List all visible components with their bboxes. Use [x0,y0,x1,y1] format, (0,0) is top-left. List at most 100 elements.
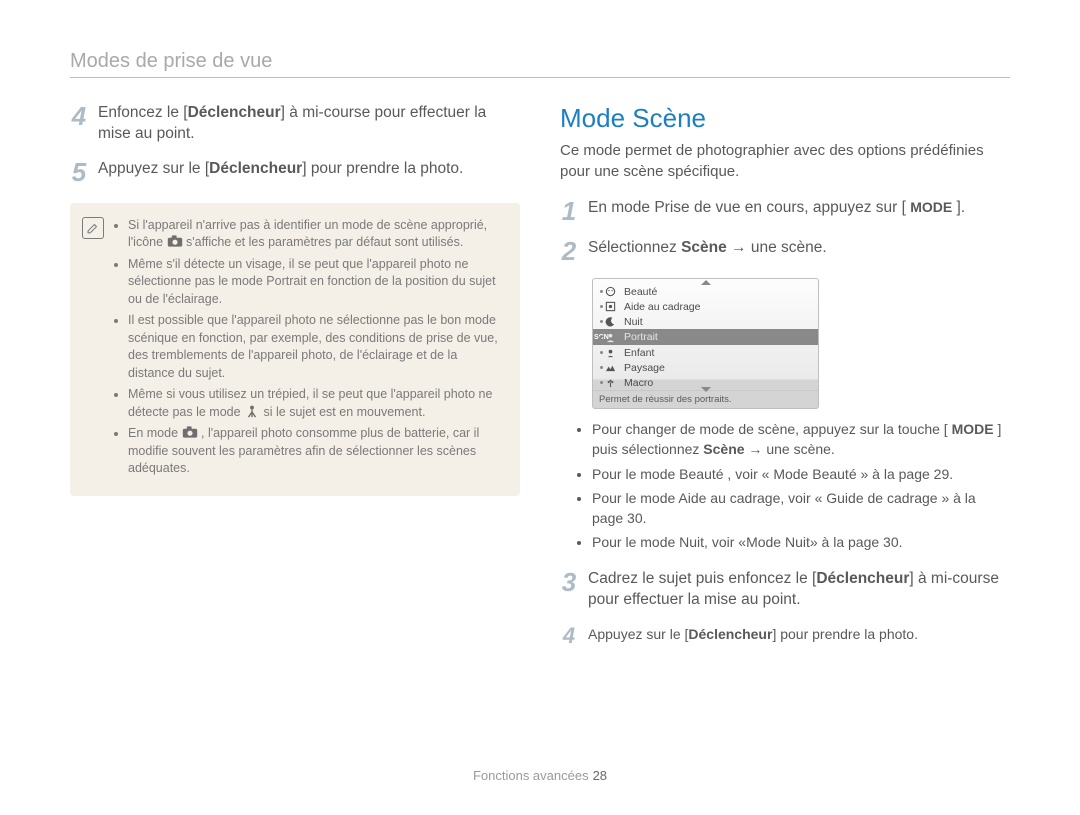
keyword: Déclencheur [209,160,302,177]
scene-label: Macro [624,377,653,389]
scene-option-beaute: Beauté [605,284,818,299]
step-number: 1 [560,198,578,224]
flower-icon [605,377,616,388]
child-icon [605,347,616,358]
text: s'affiche et les paramètres par défaut s… [186,235,463,249]
note-list: Si l'appareil n'arrive pas à identifier … [114,217,506,482]
scene-menu-tooltip: Permet de réussir des portraits. [593,390,818,408]
camera-smart-icon [167,234,183,248]
timeline-dot-icon [600,290,603,293]
timeline-dot-icon [600,320,603,323]
scene-menu-illustration: Beauté Aide au cadrage Nuit SCN [592,278,819,409]
step-number: 2 [560,238,578,264]
timeline-dot-icon [600,351,603,354]
hint-item: Pour le mode Nuit, voir «Mode Nuit» à la… [592,532,1010,552]
text: ] pour prendre la photo. [302,160,463,177]
text: Appuyez sur le [ [588,626,688,642]
step-number: 3 [560,569,578,611]
step-text: Cadrez le sujet puis enfoncez le [Déclen… [588,569,1010,611]
step-text: Appuyez sur le [Déclencheur] pour prendr… [588,625,1010,647]
text: ]. [952,199,965,216]
text: Enfoncez le [ [98,104,188,121]
hint-item: Pour le mode Beauté , voir « Mode Beauté… [592,464,1010,484]
step-2-right: 2 Sélectionnez Scène → une scène. [560,238,1010,264]
text: → une scène. [745,441,835,457]
note-item: Même s'il détecte un visage, il se peut … [128,256,506,309]
hint-item: Pour le mode Aide au cadrage, voir « Gui… [592,488,1010,529]
text: si le sujet est en mouvement. [264,405,426,419]
scene-option-paysage: Paysage [605,360,818,375]
face-icon [605,286,616,297]
hint-item: Pour changer de mode de scène, appuyez s… [592,419,1010,460]
text: En mode [128,426,182,440]
scene-hints-list: Pour changer de mode de scène, appuyez s… [574,419,1010,553]
step-1-right: 1 En mode Prise de vue en cours, appuyez… [560,198,1010,224]
keyword: Déclencheur [188,104,281,121]
scene-label: Beauté [624,286,657,298]
scene-option-macro: Macro [605,375,818,390]
scene-menu-list: Beauté Aide au cadrage Nuit SCN [593,279,818,390]
camera-smart-icon [182,425,198,439]
scene-option-aide-cadrage: Aide au cadrage [605,299,818,314]
page-header: Modes de prise de vue [70,50,1010,73]
note-icon [82,217,104,239]
frame-guide-icon [605,301,616,312]
text: Appuyez sur le [ [98,160,209,177]
note-item: Il est possible que l'appareil photo ne … [128,312,506,382]
text: Sélectionnez [588,239,681,256]
text: ] pour prendre la photo. [772,626,918,642]
keyword: Déclencheur [816,570,909,587]
text: → une scène. [727,239,827,256]
header-rule [70,77,1010,78]
step-3-right: 3 Cadrez le sujet puis enfoncez le [Décl… [560,569,1010,611]
scene-label: Nuit [624,316,643,328]
page-number: 28 [593,768,607,783]
step-4-right: 4 Appuyez sur le [Déclencheur] pour pren… [560,625,1010,647]
step-text: Appuyez sur le [Déclencheur] pour prendr… [98,159,520,185]
step-number: 5 [70,159,88,185]
scene-option-portrait-selected: SCN Portrait [592,329,819,345]
mode-keycap: MODE [952,421,994,437]
keyword: Scène [703,441,744,457]
scene-option-enfant: Enfant [605,345,818,360]
section-title: Mode Scène [560,103,1010,134]
footer-section: Fonctions avancées [473,768,589,783]
tripod-person-icon [244,404,260,418]
two-column-layout: 4 Enfoncez le [Déclencheur] à mi-course … [70,103,1010,661]
section-intro: Ce mode permet de photographier avec des… [560,140,1010,182]
scene-label: Portrait [624,331,658,343]
left-column: 4 Enfoncez le [Déclencheur] à mi-course … [70,103,520,661]
note-item: En mode , l'appareil photo consomme plus… [128,425,506,478]
mode-keycap: MODE [910,199,952,215]
timeline-dot-icon [600,305,603,308]
pencil-icon [86,221,100,235]
right-column: Mode Scène Ce mode permet de photographi… [560,103,1010,661]
step-4-left: 4 Enfoncez le [Déclencheur] à mi-course … [70,103,520,145]
step-text: Sélectionnez Scène → une scène. [588,238,1010,264]
scene-option-nuit: Nuit [605,314,818,329]
timeline-dot-icon [600,381,603,384]
step-number: 4 [70,103,88,145]
landscape-icon [605,362,616,373]
scene-label: Paysage [624,362,665,374]
note-box: Si l'appareil n'arrive pas à identifier … [70,203,520,496]
timeline-dot-icon [599,336,602,339]
chevron-down-icon [701,387,711,392]
document-page: Modes de prise de vue 4 Enfoncez le [Déc… [0,0,1080,815]
page-footer: Fonctions avancées 28 [0,768,1080,783]
scene-label: Aide au cadrage [624,301,700,313]
text: Cadrez le sujet puis enfoncez le [ [588,570,816,587]
text: En mode Prise de vue en cours, appuyez s… [588,199,910,216]
keyword: Scène [681,239,727,256]
note-item: Si l'appareil n'arrive pas à identifier … [128,217,506,252]
timeline-dot-icon [600,366,603,369]
text: Pour changer de mode de scène, appuyez s… [592,421,952,437]
note-item: Même si vous utilisez un trépied, il se … [128,386,506,421]
scene-label: Enfant [624,347,654,359]
moon-icon [605,316,616,327]
keyword: Déclencheur [688,626,772,642]
step-text: Enfoncez le [Déclencheur] à mi-course po… [98,103,520,145]
step-number: 4 [560,625,578,647]
step-5-left: 5 Appuyez sur le [Déclencheur] pour pren… [70,159,520,185]
step-text: En mode Prise de vue en cours, appuyez s… [588,198,1010,224]
